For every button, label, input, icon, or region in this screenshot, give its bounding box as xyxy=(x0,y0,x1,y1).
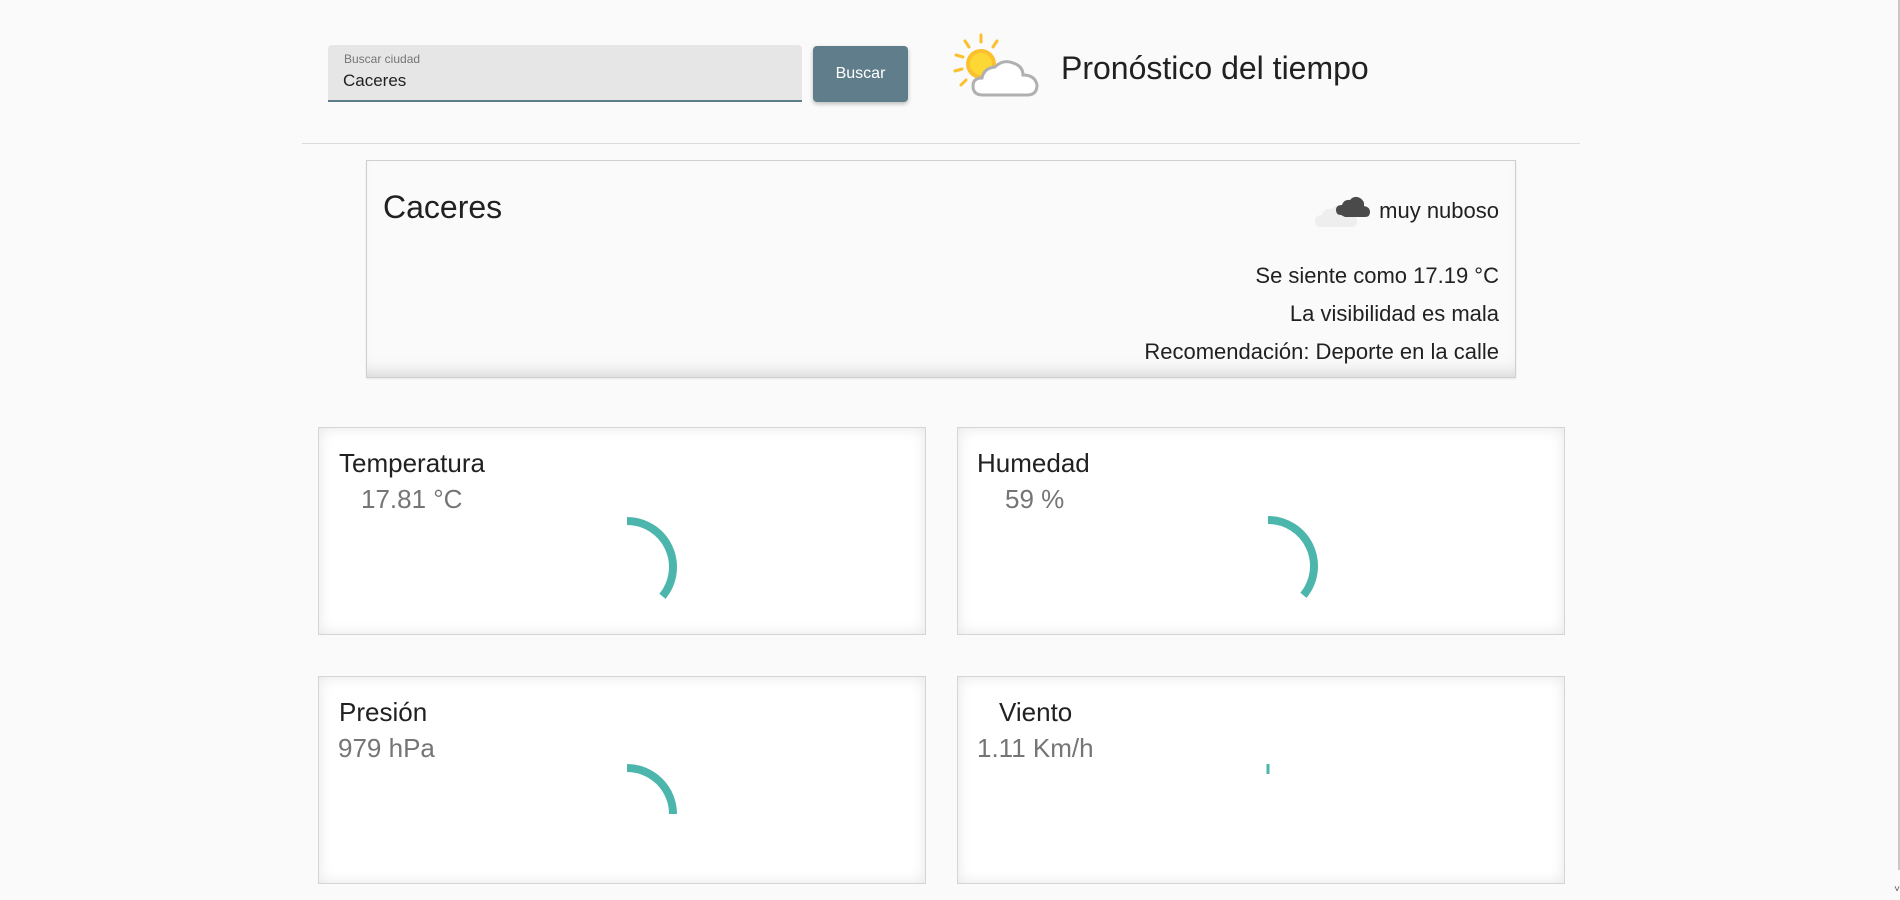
recommendation: Recomendación: Deporte en la calle xyxy=(1144,339,1499,364)
condition: muy nuboso xyxy=(1315,191,1499,231)
pressure-gauge xyxy=(626,764,677,815)
feels-like: Se siente como 17.19 °C xyxy=(1255,263,1499,288)
search-field[interactable]: Buscar ciudad xyxy=(328,45,802,102)
humidity-gauge-arc xyxy=(1267,516,1318,598)
weather-app: Buscar ciudad Buscar Pronóstico del tiem… xyxy=(0,0,1900,900)
wind-gauge xyxy=(1266,764,1270,774)
cloudy-icon xyxy=(1315,196,1371,227)
temperature-gauge-arc xyxy=(626,517,677,599)
temperature-title: Temperatura xyxy=(339,448,485,478)
wind-card: Viento 1.11 Km/h xyxy=(957,676,1565,884)
humidity-card: Humedad 59 % xyxy=(957,427,1565,635)
humidity-value: 59 % xyxy=(1005,484,1065,514)
city-name: Caceres xyxy=(383,189,503,225)
sun-behind-cloud-icon xyxy=(953,33,1039,97)
temperature-card: Temperatura 17.81 °C xyxy=(318,427,926,635)
pressure-title: Presión xyxy=(339,697,428,727)
summary-details: Se siente como 17.19 °C La visibilidad e… xyxy=(1144,257,1499,371)
divider xyxy=(302,143,1580,144)
visibility: La visibilidad es mala xyxy=(1289,301,1499,326)
wind-value: 1.11 Km/h xyxy=(977,733,1094,763)
pressure-value: 979 hPa xyxy=(338,733,435,763)
scroll-down-icon[interactable]: ˅ xyxy=(1894,884,1900,895)
search-input[interactable] xyxy=(343,70,783,92)
humidity-title: Humedad xyxy=(977,448,1090,478)
page-title: Pronóstico del tiempo xyxy=(1061,50,1369,86)
search-button[interactable]: Buscar xyxy=(813,46,908,102)
pressure-gauge-arc xyxy=(626,764,677,815)
pressure-card: Presión 979 hPa xyxy=(318,676,926,884)
temperature-value: 17.81 °C xyxy=(361,484,463,514)
search-label: Buscar ciudad xyxy=(344,52,421,66)
humidity-gauge xyxy=(1267,516,1318,598)
condition-text: muy nuboso xyxy=(1379,198,1499,223)
wind-title: Viento xyxy=(999,697,1073,727)
temperature-gauge xyxy=(626,517,677,599)
summary-card: Caceres muy nuboso Se siente como 17.19 … xyxy=(366,160,1516,378)
